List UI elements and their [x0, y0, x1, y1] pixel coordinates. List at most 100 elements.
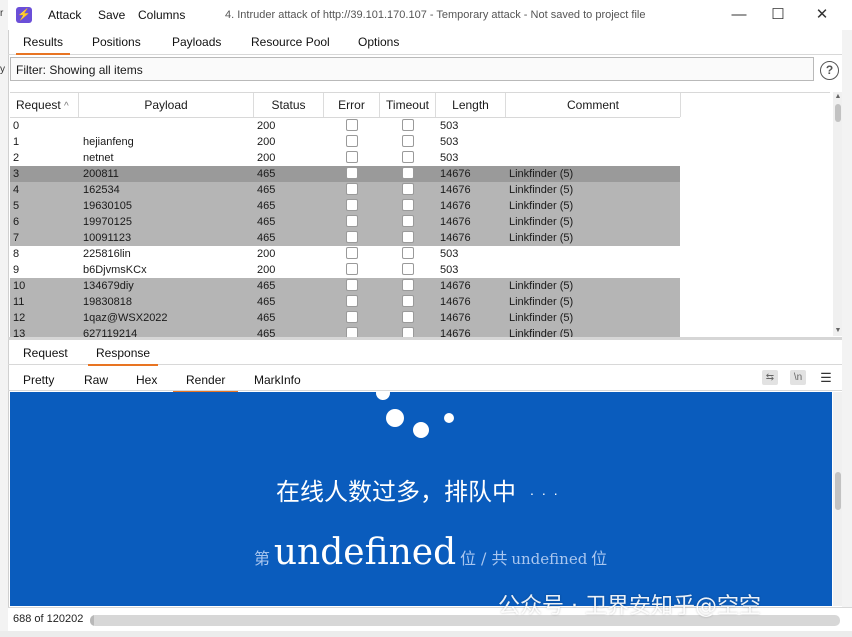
cell-payload: hejianfeng: [83, 136, 134, 148]
error-checkbox: [346, 199, 358, 211]
queue-dots: ...: [530, 482, 566, 498]
tab-request[interactable]: Request: [23, 346, 68, 364]
cell-length: 14676: [440, 312, 471, 324]
table-row[interactable]: 4 162534 465 14676 Linkfinder (5): [10, 182, 680, 198]
scrollbar-thumb[interactable]: [835, 104, 841, 122]
column-header-status[interactable]: Status: [254, 93, 324, 117]
cell-request: 13: [13, 328, 26, 337]
table-row[interactable]: 12 1qaz@WSX2022 465 14676 Linkfinder (5): [10, 310, 680, 326]
menu-columns[interactable]: Columns: [138, 8, 185, 22]
watermark: 公众号 · 卫界安知乎@空空: [498, 594, 761, 619]
cell-comment: Linkfinder (5): [509, 216, 574, 228]
cell-payload: 1qaz@WSX2022: [83, 312, 168, 324]
cell-payload: 10091123: [83, 232, 132, 244]
cell-request: 10: [13, 280, 26, 292]
maximize-button[interactable]: ☐: [767, 4, 789, 26]
cell-status: 200: [257, 136, 276, 148]
loading-dot: [444, 413, 454, 423]
cell-payload: 225816lin: [83, 248, 131, 260]
cell-length: 503: [440, 264, 459, 276]
cell-status: 465: [257, 232, 276, 244]
table-row[interactable]: 8 225816lin 200 503: [10, 246, 680, 262]
column-header-payload[interactable]: Payload: [79, 93, 254, 117]
column-header-request[interactable]: Request ^: [10, 93, 79, 117]
cell-status: 465: [257, 280, 276, 292]
cell-status: 465: [257, 312, 276, 324]
taskbar-strip: [0, 631, 852, 637]
error-checkbox: [346, 167, 358, 179]
menu-attack[interactable]: Attack: [48, 8, 81, 22]
title-bar: ⚡ Attack Save Columns 4. Intruder attack…: [8, 0, 852, 30]
tab-payloads[interactable]: Payloads: [172, 35, 221, 53]
cell-length: 14676: [440, 232, 471, 244]
error-checkbox: [346, 183, 358, 195]
cell-comment: Linkfinder (5): [509, 328, 574, 337]
intruder-window: r y ⚡ Attack Save Columns 4. Intruder at…: [0, 0, 852, 637]
menu-icon[interactable]: ☰: [818, 370, 834, 385]
table-row[interactable]: 2 netnet 200 503: [10, 150, 680, 166]
wrap-lines-icon[interactable]: ⇆: [762, 370, 778, 385]
position-mid: 位 / 共: [459, 549, 508, 568]
cell-payload: 200811: [83, 168, 119, 180]
cell-request: 2: [13, 152, 20, 164]
column-header-timeout[interactable]: Timeout: [380, 93, 436, 117]
cell-comment: Linkfinder (5): [509, 200, 574, 212]
cell-comment: [509, 246, 679, 262]
table-row[interactable]: 1 hejianfeng 200 503: [10, 134, 680, 150]
edge-fragment: y: [0, 64, 5, 75]
table-row[interactable]: 7 10091123 465 14676 Linkfinder (5): [10, 230, 680, 246]
table-row[interactable]: 13 627119214 465 14676 Linkfinder (5): [10, 326, 680, 337]
column-header-length[interactable]: Length: [436, 93, 506, 117]
background-window-edge: r y: [0, 0, 9, 637]
cell-comment: Linkfinder (5): [509, 280, 574, 292]
tab-options[interactable]: Options: [358, 35, 399, 53]
view-tabs: Pretty Raw Hex Render MarkInfo: [8, 366, 842, 393]
cell-length: 14676: [440, 296, 471, 308]
help-icon[interactable]: ?: [820, 61, 839, 80]
edge-fragment: r: [0, 8, 4, 19]
tab-positions[interactable]: Positions: [92, 35, 141, 53]
tab-resource-pool[interactable]: Resource Pool: [251, 35, 330, 53]
tab-raw[interactable]: Raw: [84, 373, 108, 391]
loading-dot: [413, 422, 429, 438]
main-tabs: Results Positions Payloads Resource Pool…: [8, 30, 842, 55]
table-row[interactable]: 10 134679diy 465 14676 Linkfinder (5): [10, 278, 680, 294]
table-row[interactable]: 0 200 503: [10, 118, 680, 134]
tab-results[interactable]: Results: [16, 35, 71, 55]
minimize-button[interactable]: —: [728, 4, 750, 26]
table-row[interactable]: 6 19970125 465 14676 Linkfinder (5): [10, 214, 680, 230]
table-row[interactable]: 11 19830818 465 14676 Linkfinder (5): [10, 294, 680, 310]
timeout-checkbox: [402, 327, 414, 337]
close-button[interactable]: ✕: [811, 4, 833, 26]
cell-status: 465: [257, 200, 276, 212]
table-row[interactable]: 3 200811 465 14676 Linkfinder (5): [10, 166, 680, 182]
table-row[interactable]: 9 b6DjvmsKCx 200 503: [10, 262, 680, 278]
show-newlines-icon[interactable]: \n: [790, 370, 806, 385]
loading-dot: [376, 392, 390, 400]
cell-comment: Linkfinder (5): [509, 312, 574, 324]
cell-comment: Linkfinder (5): [509, 296, 574, 308]
column-header-comment[interactable]: Comment: [506, 93, 681, 117]
table-row[interactable]: 5 19630105 465 14676 Linkfinder (5): [10, 198, 680, 214]
filter-bar[interactable]: Filter: Showing all items: [10, 57, 814, 81]
tab-hex[interactable]: Hex: [136, 373, 157, 391]
tab-pretty[interactable]: Pretty: [23, 373, 54, 391]
column-header-error[interactable]: Error: [324, 93, 380, 117]
timeout-checkbox: [402, 151, 414, 163]
timeout-checkbox: [402, 231, 414, 243]
tab-render[interactable]: Render: [173, 373, 239, 393]
cell-request: 7: [13, 232, 20, 244]
cell-status: 465: [257, 296, 276, 308]
cell-payload: netnet: [83, 152, 114, 164]
column-label: Request: [16, 98, 61, 112]
timeout-checkbox: [402, 119, 414, 131]
tab-response[interactable]: Response: [88, 346, 159, 366]
progress-fill: [90, 615, 95, 626]
cell-request: 9: [13, 264, 20, 276]
tab-markinfo[interactable]: MarkInfo: [254, 373, 301, 391]
cell-payload: [83, 118, 253, 134]
error-checkbox: [346, 215, 358, 227]
cell-request: 5: [13, 200, 20, 212]
scrollbar-thumb[interactable]: [835, 472, 841, 510]
menu-save[interactable]: Save: [98, 8, 125, 22]
